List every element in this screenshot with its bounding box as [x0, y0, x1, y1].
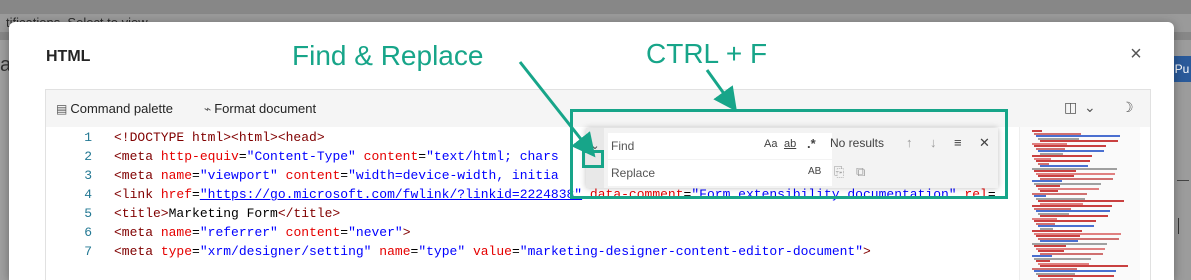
line-number: 4 [84, 187, 92, 202]
code-minimap[interactable] [1019, 127, 1140, 280]
code-token: <meta [114, 149, 161, 164]
code-token: content [285, 225, 341, 240]
code-token: = [192, 168, 200, 183]
code-text: <meta name="viewport" content="width=dev… [114, 167, 559, 185]
code-token: = [238, 149, 247, 164]
ctrl-f-annotation: CTRL + F [646, 38, 768, 69]
code-token: = [192, 225, 200, 240]
code-text: <meta http-equiv="Content-Type" content=… [114, 148, 559, 166]
format-document-button[interactable]: ⌁ Format document [204, 90, 316, 128]
code-token: content [363, 149, 419, 164]
line-number: 5 [84, 206, 92, 221]
code-token: content [285, 168, 341, 183]
code-token: > [863, 244, 871, 259]
code-token: "Content-Type" [246, 149, 356, 164]
minimap-line [1040, 277, 1073, 280]
code-token: "referrer" [199, 225, 278, 240]
code-text: <title>Marketing Form</title> [114, 205, 340, 223]
code-token: = [192, 187, 200, 202]
theme-toggle-icon[interactable]: ☽ [1121, 99, 1134, 116]
code-token: "text/html; chars [426, 149, 559, 164]
close-icon[interactable]: × [1124, 42, 1148, 66]
code-token: value [472, 244, 512, 259]
format-document-icon: ⌁ [204, 102, 212, 116]
code-text: <!DOCTYPE html><html><head> [114, 129, 325, 147]
code-token: "width=device-width, initia [348, 168, 559, 183]
find-widget-highlight [570, 109, 1008, 199]
code-token: name [160, 168, 193, 183]
line-number: 1 [84, 130, 92, 145]
line-number: 7 [84, 244, 92, 259]
code-line[interactable]: 5 <title>Marketing Form</title> [46, 205, 1146, 223]
code-token: > [402, 225, 411, 240]
code-text: <meta type="xrm/designer/setting" name="… [114, 243, 871, 261]
background-line [1178, 218, 1179, 234]
code-token: "marketing-designer-content-editor-docum… [519, 244, 864, 259]
background-right-panel: Pu [1173, 40, 1191, 280]
line-number: 3 [84, 168, 92, 183]
code-token: <meta [114, 168, 161, 183]
format-document-label: Format document [214, 101, 317, 116]
code-token: http-equiv [160, 149, 239, 164]
code-token: <title> [114, 206, 169, 221]
find-replace-annotation: Find & Replace [292, 40, 484, 71]
code-token: type [160, 244, 193, 259]
code-token: name [379, 244, 411, 259]
code-token: = [511, 244, 520, 259]
code-token: "never" [348, 225, 403, 240]
code-token: = [418, 149, 427, 164]
code-token: <!DOCTYPE html><html><head> [114, 130, 325, 145]
code-token: name [160, 225, 193, 240]
line-number: 6 [84, 225, 92, 240]
command-palette-button[interactable]: ▤ Command palette [56, 90, 173, 128]
code-text: <meta name="referrer" content="never"> [114, 224, 411, 242]
dialog-title: HTML [46, 48, 91, 65]
code-token: = [340, 168, 349, 183]
code-token: </title> [277, 206, 341, 221]
code-token: "type" [418, 244, 466, 259]
replace-toggle-highlight [582, 150, 604, 168]
line-number: 2 [84, 149, 92, 164]
code-line[interactable]: 7 <meta type="xrm/designer/setting" name… [46, 243, 1146, 261]
code-token: href [160, 187, 193, 202]
background-line [1177, 180, 1189, 181]
code-token: = [340, 225, 349, 240]
code-token: "xrm/designer/setting" [199, 244, 372, 259]
command-palette-label: Command palette [70, 101, 173, 116]
code-token: <link [114, 187, 161, 202]
chevron-down-icon[interactable]: ⌄ [1084, 99, 1096, 116]
code-line[interactable]: 6 <meta name="referrer" content="never"> [46, 224, 1146, 242]
code-token: <meta [114, 225, 161, 240]
command-palette-icon: ▤ [56, 102, 68, 116]
code-token: "viewport" [199, 168, 278, 183]
code-token: = [192, 244, 200, 259]
code-token: Marketing Form [168, 206, 278, 221]
code-token: "https://go.microsoft.com/fwlink/?linkid… [199, 187, 583, 202]
split-view-icon[interactable]: ◫ [1064, 99, 1077, 116]
code-token: <meta [114, 244, 161, 259]
background-right-chip: Pu [1173, 56, 1191, 82]
